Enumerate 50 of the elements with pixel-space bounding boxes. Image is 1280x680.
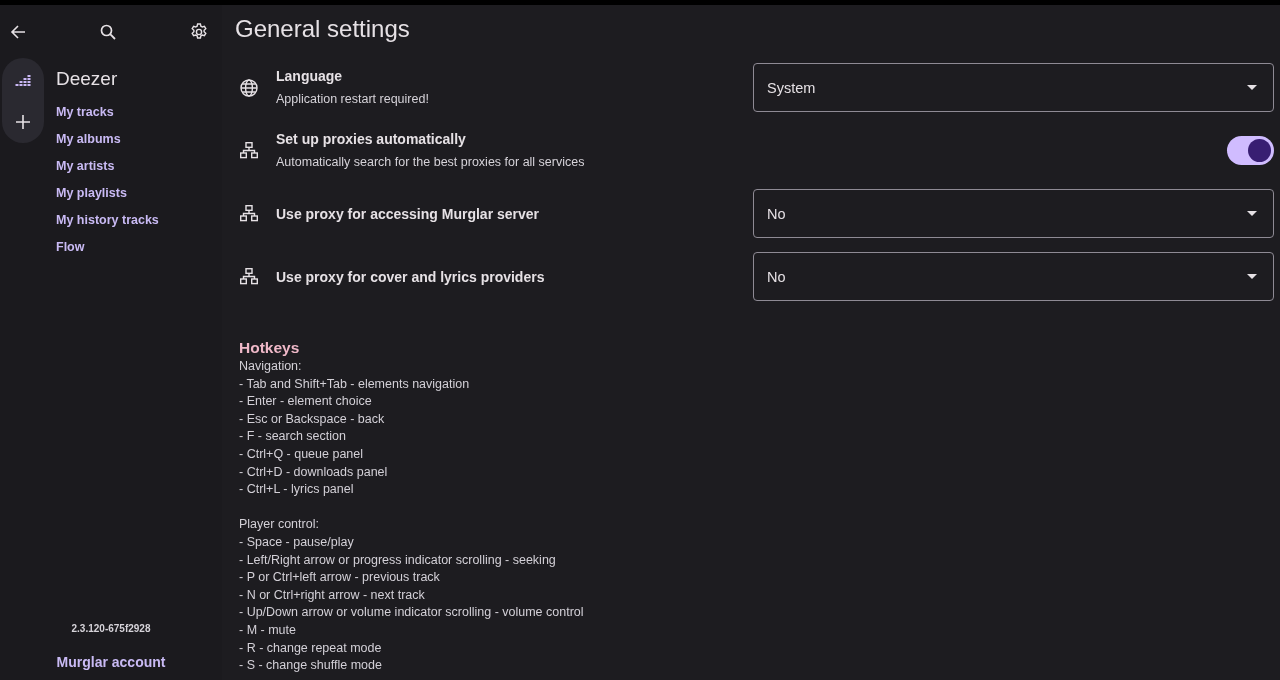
sidebar-link[interactable]: My artists [56,158,115,174]
hotkey-line: - M - mute [239,621,296,639]
hotkey-line: - Up/Down arrow or volume indicator scrolling - volume control [239,604,584,622]
back-icon[interactable] [10,23,26,40]
setting-title: Set up proxies automatically [276,130,466,149]
account-link[interactable]: Murglar account [56,652,166,672]
sidebar-link[interactable]: Flow [56,239,85,255]
equalizer-icon[interactable] [15,74,31,86]
setting-title: Language [276,67,343,86]
sidebar-link[interactable]: My albums [56,131,121,147]
hotkey-line: - R - change repeat mode [239,639,382,657]
setting-title: Use proxy for accessing Murglar server [276,204,539,224]
toggle-switch[interactable] [1227,136,1274,165]
hotkey-line: - Ctrl+Q - queue panel [239,445,364,463]
dropdown[interactable]: System [753,63,1274,112]
hotkey-line: - Left/Right arrow or progress indicator scrolling - seeking [239,551,556,569]
setting-description: Automatically search for the best proxies for all services [276,154,585,171]
setting-title: Use proxy for cover and lyrics providers [276,267,545,287]
hotkey-line: - Ctrl+L - lyrics panel [239,481,354,499]
network-icon [240,267,258,286]
search-icon[interactable] [100,23,116,40]
sidebar-link[interactable]: My history tracks [56,212,159,228]
globe-icon [240,78,258,97]
hotkey-line: - Tab and Shift+Tab - elements navigation [239,375,470,393]
network-icon [240,204,258,223]
hotkey-line: - Esc or Backspace - back [239,410,385,428]
caret-icon [1247,85,1257,90]
dropdown[interactable]: No [753,252,1274,301]
hotkey-line: - F - search section [239,428,346,446]
plus-icon[interactable] [16,115,30,129]
hotkey-group-title: Navigation: [239,358,302,375]
setting-description: Application restart required! [276,91,429,108]
section-heading: Hotkeys [239,338,300,358]
settings-icon[interactable] [190,22,208,41]
hotkey-line: - Ctrl+D - downloads panel [239,463,388,481]
hotkey-line: - S - change shuffle mode [239,657,382,675]
hotkey-line: - N or Ctrl+right arrow - next track [239,586,425,604]
hotkey-line: - P or Ctrl+left arrow - previous track [239,569,440,587]
hotkey-line: - Space - pause/play [239,533,354,551]
page-title: General settings [235,14,410,44]
sidebar-link[interactable]: My tracks [56,104,114,120]
hotkey-group-title: Player control: [239,516,319,534]
version-label: 2.3.120-675f2928 [71,622,151,636]
sidebar-link[interactable]: My playlists [56,185,127,201]
caret-icon [1247,274,1257,279]
source-title: Deezer [56,67,118,91]
dropdown[interactable]: No [753,189,1274,238]
hotkey-line: - Enter - element choice [239,393,372,411]
network-icon [240,141,258,160]
caret-icon [1247,211,1257,216]
